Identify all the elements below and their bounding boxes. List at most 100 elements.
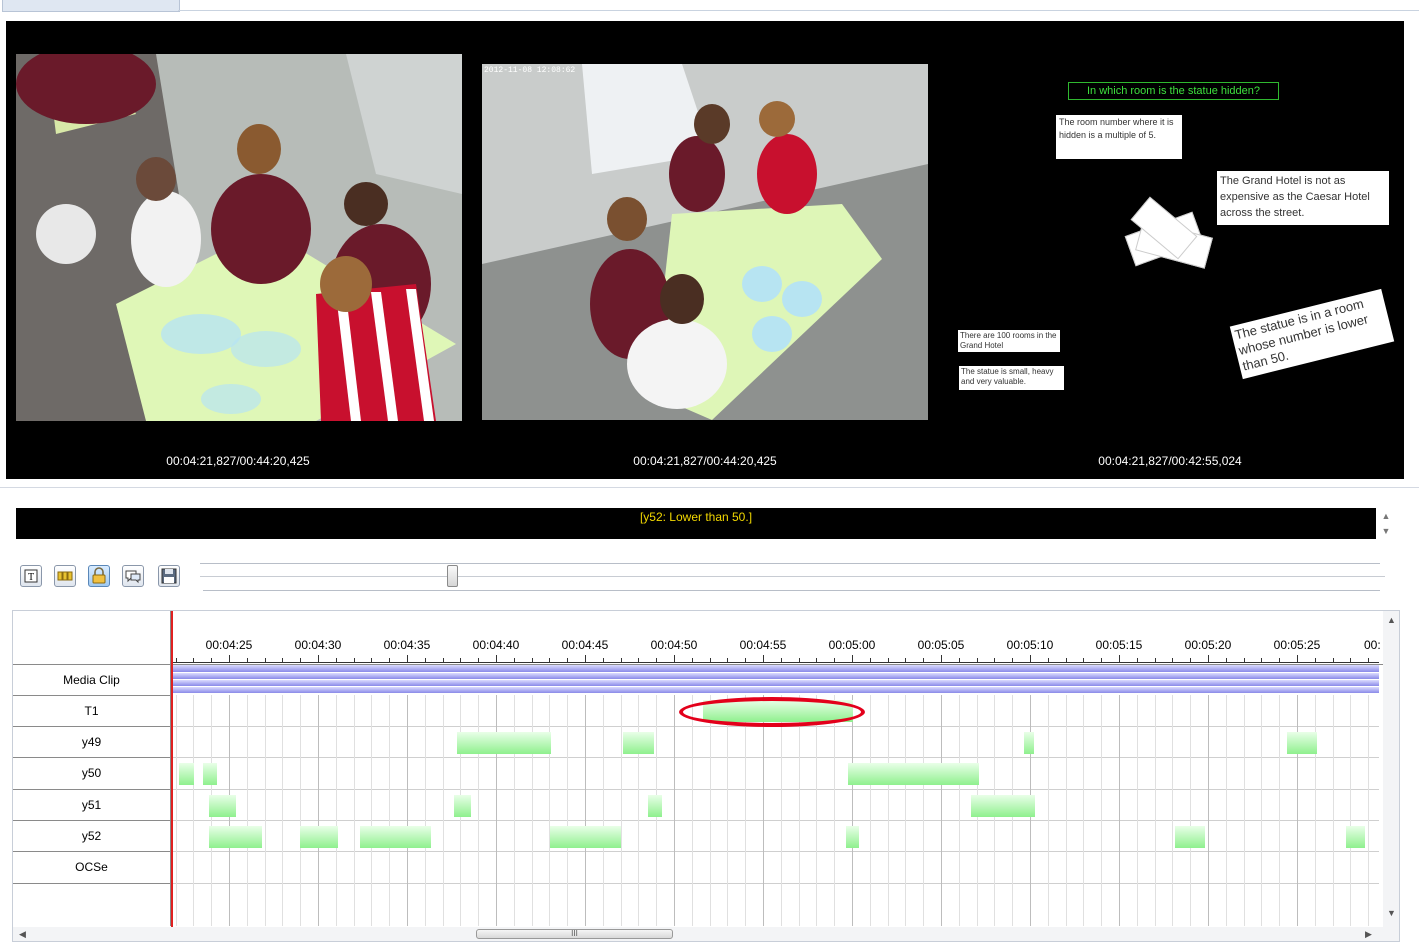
minor-tick bbox=[1226, 658, 1227, 662]
grid-line bbox=[692, 695, 693, 926]
major-tick bbox=[585, 655, 586, 662]
grid-line bbox=[1101, 695, 1102, 926]
annotation-y52[interactable] bbox=[1175, 826, 1205, 848]
panel-divider[interactable] bbox=[0, 487, 1419, 488]
comment-button[interactable] bbox=[122, 565, 144, 587]
grid-line bbox=[941, 695, 942, 926]
scroll-up-icon[interactable]: ▲ bbox=[1387, 615, 1396, 625]
grid-line bbox=[1297, 695, 1298, 926]
minor-tick bbox=[1190, 658, 1191, 662]
grid-line bbox=[282, 695, 283, 926]
vertical-scrollbar[interactable]: ▲ ▼ bbox=[1383, 611, 1399, 941]
row-divider bbox=[13, 820, 170, 821]
grid-line bbox=[1137, 695, 1138, 926]
svg-text:T: T bbox=[28, 572, 34, 583]
grid-line bbox=[870, 695, 871, 926]
time-ruler[interactable] bbox=[173, 662, 1379, 663]
grid-line bbox=[1119, 695, 1120, 926]
grid-line bbox=[1155, 695, 1156, 926]
row-divider bbox=[13, 664, 1383, 665]
minor-tick bbox=[638, 658, 639, 662]
media-clip-bar bbox=[173, 665, 1379, 672]
clue-card-2: The Grand Hotel is not as expensive as t… bbox=[1217, 171, 1389, 225]
grid-line bbox=[603, 695, 604, 926]
grid-line bbox=[443, 695, 444, 926]
grid-line bbox=[763, 695, 764, 926]
minor-tick bbox=[300, 658, 301, 662]
tick-label: 00:04:30 bbox=[294, 638, 342, 652]
minor-tick bbox=[371, 658, 372, 662]
row-divider bbox=[13, 695, 170, 696]
grid-line bbox=[407, 695, 408, 926]
grid-line bbox=[300, 695, 301, 926]
scroll-right-icon[interactable]: ▶ bbox=[1365, 929, 1372, 940]
horizontal-scroll-thumb[interactable]: III bbox=[476, 929, 673, 939]
annotation-y51[interactable] bbox=[209, 795, 236, 817]
annotation-y52[interactable] bbox=[1346, 826, 1365, 848]
scroll-down-icon[interactable]: ▼ bbox=[1387, 908, 1396, 918]
grid-line bbox=[496, 695, 497, 926]
video-player-3[interactable]: In which room is the statue hidden? The … bbox=[950, 69, 1395, 405]
annotation-timeline[interactable]: 00:04:25 00:04:30 00:04:35 00:04:40 00:0… bbox=[12, 610, 1400, 942]
row-divider bbox=[13, 851, 170, 852]
minor-tick bbox=[389, 658, 390, 662]
media-tab[interactable] bbox=[2, 0, 180, 12]
rate-slider-thumb[interactable] bbox=[447, 565, 458, 587]
annotation-y51[interactable] bbox=[971, 795, 1035, 817]
major-tick bbox=[229, 655, 230, 662]
subtitle-bar: [y52: Lower than 50.] bbox=[16, 508, 1376, 539]
grid-line bbox=[1226, 695, 1227, 926]
minor-tick bbox=[1279, 658, 1280, 662]
annotation-y51[interactable] bbox=[454, 795, 471, 817]
annotation-y52[interactable] bbox=[360, 826, 431, 848]
annotation-y50[interactable] bbox=[848, 763, 979, 785]
grid-line bbox=[193, 695, 194, 926]
tab-strip-line bbox=[178, 10, 1419, 11]
grid-line bbox=[710, 695, 711, 926]
clue-card-4: There are 100 rooms in the Grand Hotel bbox=[958, 330, 1060, 352]
minor-tick bbox=[514, 658, 515, 662]
slider-track-center[interactable] bbox=[200, 576, 1385, 577]
tick-label: 00:05:10 bbox=[1006, 638, 1054, 652]
grid-line bbox=[532, 695, 533, 926]
minor-tick bbox=[692, 658, 693, 662]
minor-tick bbox=[621, 658, 622, 662]
minor-tick bbox=[443, 658, 444, 662]
tier-label-y51: y51 bbox=[81, 798, 102, 812]
annotation-y49[interactable] bbox=[623, 732, 654, 754]
annotation-y52[interactable] bbox=[209, 826, 262, 848]
minor-tick bbox=[1261, 658, 1262, 662]
comment-icon bbox=[125, 570, 141, 584]
annotation-y50[interactable] bbox=[179, 763, 194, 785]
minor-tick bbox=[1172, 658, 1173, 662]
video-player-1[interactable] bbox=[16, 54, 462, 421]
playhead-cursor[interactable] bbox=[171, 611, 173, 941]
text-mode-button[interactable]: T bbox=[20, 565, 42, 587]
annotation-y50[interactable] bbox=[203, 763, 217, 785]
annotation-y52[interactable] bbox=[550, 826, 621, 848]
minor-tick bbox=[1137, 658, 1138, 662]
annotation-y52[interactable] bbox=[300, 826, 338, 848]
save-button[interactable] bbox=[158, 565, 180, 587]
scroll-left-icon[interactable]: ◀ bbox=[19, 929, 26, 940]
minor-tick bbox=[1315, 658, 1316, 662]
grid-line bbox=[799, 695, 800, 926]
media-clip-bar bbox=[173, 673, 1379, 679]
subtitle-scroll-down-icon[interactable]: ▼ bbox=[1380, 526, 1392, 536]
grid-line bbox=[888, 695, 889, 926]
annotation-y52[interactable] bbox=[846, 826, 859, 848]
grid-line bbox=[1172, 695, 1173, 926]
annotation-y49[interactable] bbox=[1024, 732, 1034, 754]
bulk-mode-button[interactable] bbox=[54, 565, 76, 587]
annotation-y49[interactable] bbox=[1287, 732, 1317, 754]
annotation-y49[interactable] bbox=[457, 732, 551, 754]
tick-label: 00:05:00 bbox=[828, 638, 876, 652]
horizontal-scrollbar[interactable]: ◀ III ▶ bbox=[13, 927, 1383, 941]
minor-tick bbox=[193, 658, 194, 662]
video-player-2[interactable]: 2012-11-08 12:08:62 bbox=[482, 64, 928, 420]
minor-tick bbox=[282, 658, 283, 662]
subtitle-scroll-up-icon[interactable]: ▲ bbox=[1380, 511, 1392, 521]
annotation-y51[interactable] bbox=[648, 795, 662, 817]
minor-tick bbox=[603, 658, 604, 662]
lock-button[interactable] bbox=[88, 565, 110, 587]
